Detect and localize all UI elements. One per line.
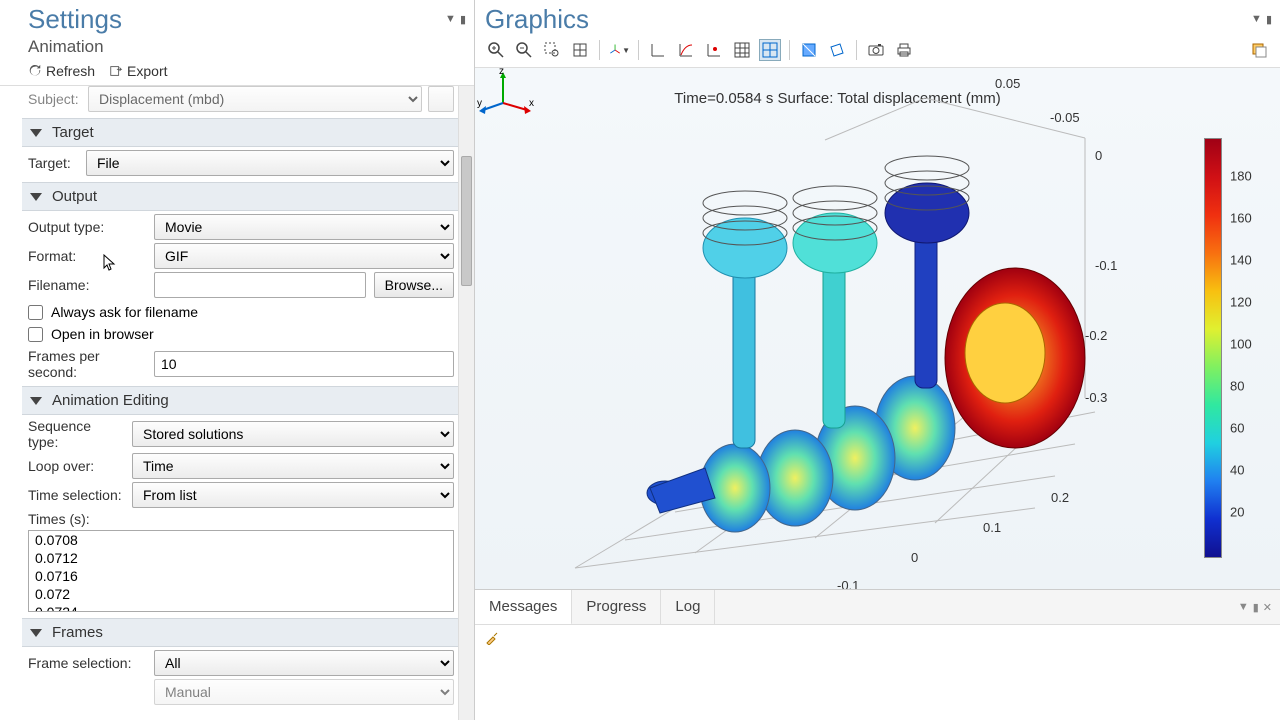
axis-tick-label: -0.2 [1085, 328, 1107, 343]
target-label: Target: [28, 155, 78, 171]
format-select[interactable]: GIF [154, 243, 454, 269]
section-animation-editing[interactable]: Animation Editing [22, 386, 460, 415]
filename-label: Filename: [28, 277, 146, 293]
colorbar: 18016014012010080604020 [1204, 138, 1264, 558]
section-frames[interactable]: Frames [22, 618, 460, 647]
output-type-select[interactable]: Movie [154, 214, 454, 240]
axis-tick-label: 0 [1095, 148, 1102, 163]
graphics-canvas[interactable]: Time=0.0584 s Surface: Total displacemen… [475, 68, 1280, 589]
view-xyz-icon[interactable]: ▼ [608, 39, 630, 61]
grid-icon[interactable] [759, 39, 781, 61]
tab-progress[interactable]: Progress [572, 590, 661, 624]
export-button[interactable]: Export [109, 63, 167, 79]
filename-input[interactable] [154, 272, 366, 298]
open-browser-checkbox[interactable] [28, 327, 43, 342]
zoom-in-icon[interactable] [485, 39, 507, 61]
svg-text:y: y [477, 98, 482, 109]
messages-body [475, 624, 1280, 720]
chevron-down-icon [30, 193, 42, 201]
settings-subtitle: Animation [0, 35, 474, 59]
output-type-label: Output type: [28, 219, 146, 235]
fps-label: Frames per second: [28, 348, 146, 380]
axis-grid-icon[interactable] [703, 39, 725, 61]
times-item[interactable]: 0.072 [29, 585, 453, 603]
sequence-select[interactable]: Stored solutions [132, 421, 454, 447]
axis-tick-label: -0.3 [1085, 390, 1107, 405]
loop-label: Loop over: [28, 458, 124, 474]
chevron-down-icon [30, 129, 42, 137]
axis-tick-label: 0.1 [983, 520, 1001, 535]
chevron-down-icon [30, 629, 42, 637]
settings-scrollbar[interactable] [458, 86, 474, 720]
graphics-toolbar: ▼ [475, 35, 1280, 68]
timesel-select[interactable]: From list [132, 482, 454, 508]
svg-text:x: x [529, 98, 534, 109]
times-label: Times (s): [28, 511, 90, 527]
axis-triad-icon: z x y [475, 68, 535, 118]
axis-xy-icon[interactable] [647, 39, 669, 61]
close-icon[interactable]: ✕ [1263, 601, 1272, 614]
panel-pin-icon[interactable]: ▮ [460, 13, 466, 26]
timesel-label: Time selection: [28, 487, 124, 503]
axis-tick-label: 0.05 [995, 76, 1020, 91]
settings-title: Settings [28, 4, 122, 35]
sequence-label: Sequence type: [28, 418, 124, 450]
format-label: Format: [28, 248, 146, 264]
times-item[interactable]: 0.0724 [29, 603, 453, 612]
times-item[interactable]: 0.0708 [29, 531, 453, 549]
axis-tick-label: -0.1 [837, 578, 859, 589]
zoom-out-icon[interactable] [513, 39, 535, 61]
clip-icon[interactable] [798, 39, 820, 61]
open-browser-label: Open in browser [51, 326, 154, 342]
refresh-icon [28, 64, 42, 78]
section-target[interactable]: Target [22, 118, 460, 147]
axis-tick-label: -0.05 [1050, 110, 1080, 125]
panel-dropdown-icon[interactable]: ▼ [1238, 601, 1249, 613]
frame-sel-select[interactable]: All [154, 650, 454, 676]
panel-dropdown-icon[interactable]: ▼ [1251, 13, 1262, 26]
axis-tick-label: 0 [911, 550, 918, 565]
panel-dropdown-icon[interactable]: ▼ [445, 13, 456, 26]
subject-extra-button[interactable] [428, 86, 454, 112]
chevron-down-icon [30, 397, 42, 405]
browse-button[interactable]: Browse... [374, 272, 454, 298]
times-item[interactable]: 0.0712 [29, 549, 453, 567]
table-icon[interactable] [731, 39, 753, 61]
broom-icon[interactable] [485, 631, 499, 645]
section-output[interactable]: Output [22, 182, 460, 211]
panel-pin-icon[interactable]: ▮ [1253, 601, 1259, 614]
times-list[interactable]: 0.07080.07120.07160.0720.0724 [28, 530, 454, 612]
zoom-box-icon[interactable] [541, 39, 563, 61]
loop-select[interactable]: Time [132, 453, 454, 479]
always-ask-checkbox[interactable] [28, 305, 43, 320]
subject-select[interactable]: Displacement (mbd) [88, 86, 422, 112]
frame-size-select[interactable]: Manual [154, 679, 454, 705]
detach-icon[interactable] [1248, 39, 1270, 61]
export-icon [109, 64, 123, 78]
panel-pin-icon[interactable]: ▮ [1266, 13, 1272, 26]
always-ask-label: Always ask for filename [51, 304, 198, 320]
tab-log[interactable]: Log [661, 590, 715, 624]
target-select[interactable]: File [86, 150, 454, 176]
zoom-extents-icon[interactable] [569, 39, 591, 61]
axis-log-icon[interactable] [675, 39, 697, 61]
tab-messages[interactable]: Messages [475, 590, 572, 625]
times-item[interactable]: 0.0716 [29, 567, 453, 585]
graphics-title: Graphics [485, 4, 589, 35]
camera-icon[interactable] [865, 39, 887, 61]
subject-label: Subject: [28, 91, 80, 107]
axis-tick-label: -0.1 [1095, 258, 1117, 273]
refresh-button[interactable]: Refresh [28, 63, 95, 79]
clip-plane-icon[interactable] [826, 39, 848, 61]
svg-text:z: z [499, 68, 504, 77]
fps-input[interactable] [154, 351, 454, 377]
axis-tick-label: 0.2 [1051, 490, 1069, 505]
frame-sel-label: Frame selection: [28, 655, 146, 671]
print-icon[interactable] [893, 39, 915, 61]
